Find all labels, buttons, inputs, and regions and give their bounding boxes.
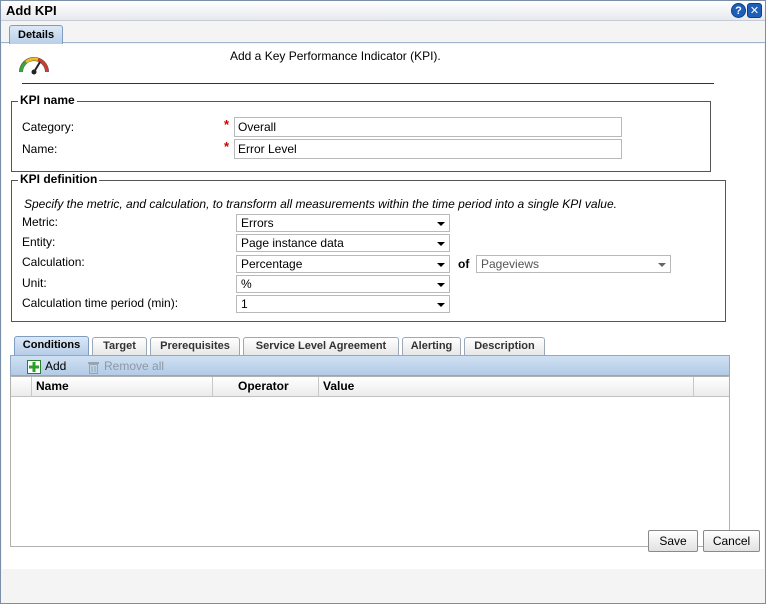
grid-header-spacer-right bbox=[693, 377, 713, 397]
chevron-down-icon bbox=[437, 303, 445, 307]
of-value: Pageviews bbox=[481, 257, 540, 271]
gauge-icon bbox=[19, 57, 49, 75]
period-label: Calculation time period (min): bbox=[22, 296, 179, 310]
tab-prerequisites[interactable]: Prerequisites bbox=[150, 337, 240, 355]
grid-header-spacer bbox=[11, 377, 31, 397]
category-required-mark: * bbox=[224, 117, 230, 132]
name-field[interactable]: Error Level bbox=[234, 139, 622, 159]
help-icon[interactable]: ? bbox=[731, 3, 746, 18]
column-header-name[interactable]: Name bbox=[31, 377, 212, 397]
calculation-label: Calculation: bbox=[22, 255, 85, 269]
metric-label: Metric: bbox=[22, 215, 58, 229]
intro-text: Add a Key Performance Indicator (KPI). bbox=[230, 49, 441, 63]
kpi-definition-group: KPI definition Specify the metric, and c… bbox=[11, 172, 726, 322]
divider bbox=[22, 83, 714, 84]
kpi-definition-hint: Specify the metric, and calculation, to … bbox=[24, 197, 617, 211]
unit-label: Unit: bbox=[22, 276, 47, 290]
tab-details[interactable]: Details bbox=[9, 25, 64, 44]
tab-alerting[interactable]: Alerting bbox=[402, 337, 461, 355]
details-panel: Add a Key Performance Indicator (KPI). K… bbox=[2, 44, 764, 569]
name-required-mark: * bbox=[224, 139, 230, 154]
category-label: Category: bbox=[22, 120, 75, 134]
add-icon bbox=[27, 359, 41, 374]
kpi-definition-legend: KPI definition bbox=[18, 172, 100, 186]
conditions-toolbar: Add Remove all bbox=[10, 355, 730, 376]
tab-target[interactable]: Target bbox=[92, 337, 147, 355]
remove-all-button-label: Remove all bbox=[104, 359, 165, 373]
period-value: 1 bbox=[241, 297, 248, 311]
calculation-select[interactable]: Percentage bbox=[236, 255, 450, 273]
column-header-operator[interactable]: Operator bbox=[212, 377, 318, 397]
tab-description[interactable]: Description bbox=[464, 337, 545, 355]
remove-all-button[interactable]: Remove all bbox=[87, 358, 164, 374]
entity-value: Page instance data bbox=[241, 236, 344, 250]
add-button[interactable]: Add bbox=[27, 358, 66, 374]
close-icon[interactable]: ✕ bbox=[747, 3, 762, 18]
dialog-title: Add KPI bbox=[6, 3, 57, 18]
metric-value: Errors bbox=[241, 216, 274, 230]
column-header-value[interactable]: Value bbox=[318, 377, 693, 397]
chevron-down-icon bbox=[437, 242, 445, 246]
conditions-grid: Name Operator Value bbox=[10, 376, 730, 547]
grid-header: Name Operator Value bbox=[11, 377, 729, 397]
kpi-name-legend: KPI name bbox=[18, 93, 77, 107]
save-button[interactable]: Save bbox=[648, 530, 698, 552]
chevron-down-icon bbox=[658, 263, 666, 267]
chevron-down-icon bbox=[437, 283, 445, 287]
entity-label: Entity: bbox=[22, 235, 56, 249]
kpi-subtabs: Conditions Target Prerequisites Service … bbox=[10, 333, 730, 355]
category-field[interactable]: Overall bbox=[234, 117, 622, 137]
of-label: of bbox=[458, 257, 470, 271]
metric-select[interactable]: Errors bbox=[236, 214, 450, 232]
title-bar[interactable]: Add KPI ? ✕ bbox=[1, 1, 765, 21]
trash-icon bbox=[88, 361, 99, 374]
period-select[interactable]: 1 bbox=[236, 295, 450, 313]
kpi-name-group: KPI name Category: * Overall Name: * Err… bbox=[11, 93, 711, 172]
tab-conditions[interactable]: Conditions bbox=[14, 336, 89, 355]
unit-select[interactable]: % bbox=[236, 275, 450, 293]
tab-service-level-agreement[interactable]: Service Level Agreement bbox=[243, 337, 399, 355]
main-tabstrip: Details bbox=[1, 22, 765, 44]
chevron-down-icon bbox=[437, 263, 445, 267]
chevron-down-icon bbox=[437, 222, 445, 226]
calculation-value: Percentage bbox=[241, 257, 303, 271]
of-select[interactable]: Pageviews bbox=[476, 255, 671, 273]
entity-select[interactable]: Page instance data bbox=[236, 234, 450, 252]
unit-value: % bbox=[241, 277, 252, 291]
name-label: Name: bbox=[22, 142, 58, 156]
cancel-button[interactable]: Cancel bbox=[703, 530, 760, 552]
add-kpi-dialog: Add KPI ? ✕ Details Add a Key Performanc… bbox=[0, 0, 766, 604]
add-button-label: Add bbox=[45, 359, 67, 373]
